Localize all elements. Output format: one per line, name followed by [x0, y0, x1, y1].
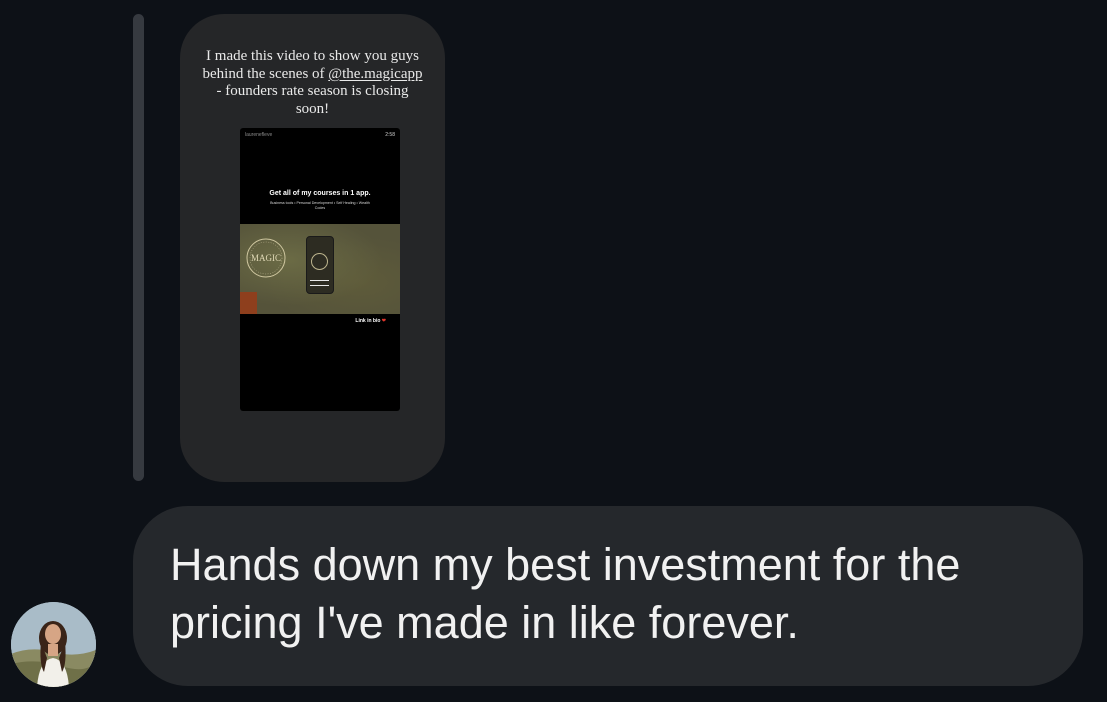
- caption-text-end: - founders rate season is closing soon!: [216, 83, 409, 117]
- magic-app-logo: MAGIC: [246, 238, 286, 278]
- mention-link[interactable]: @the.magicapp: [328, 66, 422, 82]
- corner-thumbnail: [240, 292, 257, 314]
- story-caption: I made this video to show you guys behin…: [202, 48, 423, 118]
- video-link-label: Link in bio ❤: [355, 318, 386, 324]
- video-headline: Get all of my courses in 1 app.: [269, 190, 371, 197]
- shared-story-card[interactable]: I made this video to show you guys behin…: [180, 14, 445, 482]
- message-bubble[interactable]: Hands down my best investment for the pr…: [133, 506, 1083, 686]
- phone-screen-logo: [311, 253, 328, 270]
- avatar[interactable]: [11, 602, 96, 687]
- video-time: 2:58: [385, 132, 395, 138]
- phone-mockup: [306, 236, 334, 294]
- avatar-photo: [11, 602, 96, 687]
- reply-indicator-bar: [133, 14, 144, 481]
- phone-button-line: [310, 280, 329, 282]
- svg-text:MAGIC: MAGIC: [251, 253, 281, 263]
- video-banner-image: MAGIC: [240, 224, 400, 314]
- story-video-thumbnail[interactable]: laurenefleve 2:58 Get all of my courses …: [240, 128, 400, 411]
- video-username: laurenefleve: [245, 132, 273, 138]
- link-in-bio-text: Link in bio: [355, 318, 381, 324]
- phone-button-line: [310, 285, 329, 287]
- message-text: Hands down my best investment for the pr…: [170, 539, 961, 648]
- heart-icon: ❤: [381, 318, 386, 324]
- video-subtext: Business tools • Personal Development • …: [270, 201, 370, 210]
